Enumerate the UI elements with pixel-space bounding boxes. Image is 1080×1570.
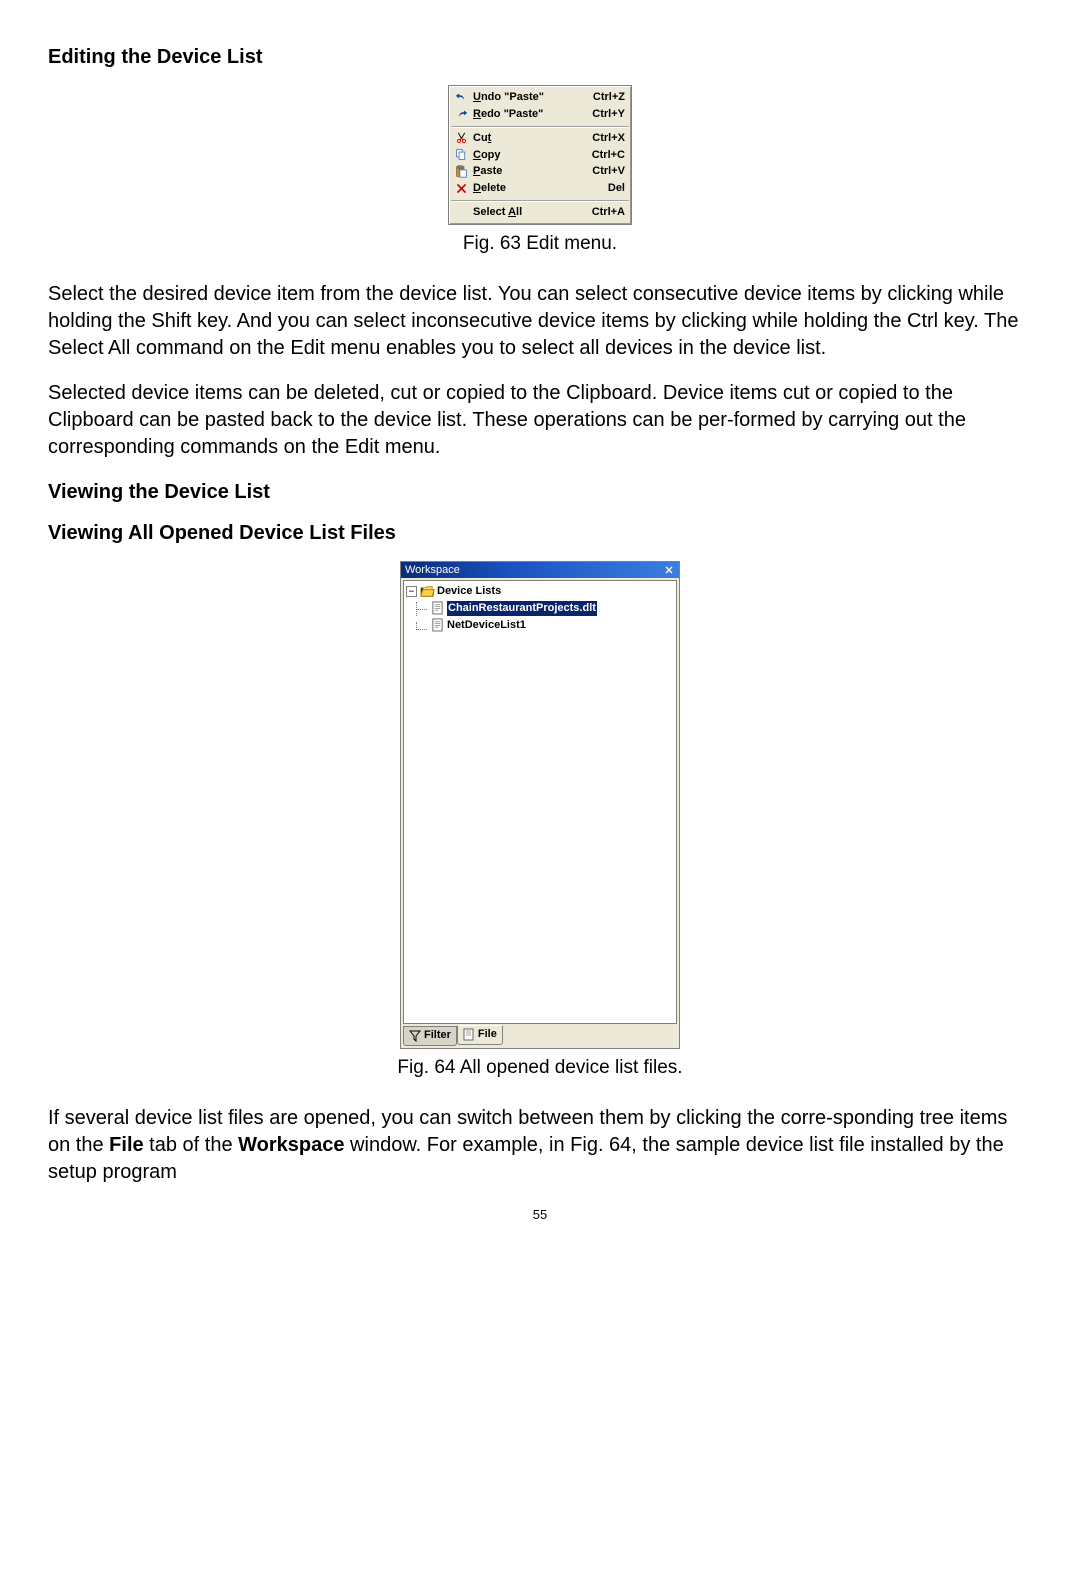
menu-cut[interactable]: Cut Ctrl+X	[449, 130, 631, 147]
cut-icon	[453, 131, 469, 145]
folder-open-icon	[420, 586, 435, 598]
menu-cut-shortcut: Ctrl+X	[592, 131, 625, 146]
menu-copy-shortcut: Ctrl+C	[592, 148, 625, 163]
delete-icon	[453, 182, 469, 196]
workspace-tabs: Filter File	[401, 1026, 679, 1048]
tab-filter[interactable]: Filter	[403, 1026, 457, 1046]
menu-paste-label: Paste	[473, 164, 592, 179]
menu-undo[interactable]: Undo "Paste" Ctrl+Z	[449, 89, 631, 106]
tree-item-1[interactable]: ChainRestaurantProjects.dlt	[406, 600, 674, 617]
menu-redo-shortcut: Ctrl+Y	[592, 107, 625, 122]
menu-undo-label: Undo "Paste"	[473, 90, 593, 105]
tab-file-label: File	[478, 1027, 497, 1042]
file-icon	[431, 619, 444, 632]
tree-item-2-label: NetDeviceList1	[447, 618, 526, 633]
fig64-caption: Fig. 64 All opened device list files.	[48, 1055, 1032, 1081]
menu-redo-label: Redo "Paste"	[473, 107, 592, 122]
file-icon	[431, 602, 444, 615]
tab-file[interactable]: File	[457, 1025, 503, 1045]
paragraph-select: Select the desired device item from the …	[48, 281, 1032, 362]
page-number: 55	[48, 1206, 1032, 1224]
heading-viewing: Viewing the Device List	[48, 479, 1032, 506]
menu-separator	[451, 200, 629, 201]
menu-separator	[451, 126, 629, 127]
close-icon[interactable]	[663, 564, 675, 576]
workspace-titlebar[interactable]: Workspace	[401, 562, 679, 579]
redo-icon	[453, 107, 469, 121]
edit-menu: Undo "Paste" Ctrl+Z Redo "Paste" Ctrl+Y …	[448, 85, 632, 225]
tab-filter-label: Filter	[424, 1028, 451, 1043]
tree-item-2[interactable]: NetDeviceList1	[406, 617, 674, 634]
menu-delete-label: Delete	[473, 181, 608, 196]
menu-copy-label: Copy	[473, 148, 592, 163]
menu-copy[interactable]: Copy Ctrl+C	[449, 147, 631, 164]
paste-icon	[453, 165, 469, 179]
menu-undo-shortcut: Ctrl+Z	[593, 90, 625, 105]
menu-select-all[interactable]: Select All Ctrl+A	[449, 204, 631, 221]
menu-redo[interactable]: Redo "Paste" Ctrl+Y	[449, 106, 631, 123]
file-icon	[463, 1029, 475, 1041]
workspace-tree: − Device Lists ChainRestaurantProjects.d…	[403, 580, 677, 1024]
tree-root[interactable]: − Device Lists	[406, 583, 674, 600]
funnel-icon	[409, 1030, 421, 1042]
paragraph-clipboard: Selected device items can be deleted, cu…	[48, 380, 1032, 461]
workspace-panel: Workspace − Device Lists ChainRestaurant…	[400, 561, 680, 1050]
heading-editing: Editing the Device List	[48, 44, 1032, 71]
paragraph-switch-files: If several device list files are opened,…	[48, 1105, 1032, 1186]
menu-delete-shortcut: Del	[608, 181, 625, 196]
menu-paste-shortcut: Ctrl+V	[592, 164, 625, 179]
menu-selectall-label: Select All	[473, 205, 592, 220]
collapse-icon[interactable]: −	[406, 586, 417, 597]
blank-icon	[453, 205, 469, 219]
copy-icon	[453, 148, 469, 162]
fig63-caption: Fig. 63 Edit menu.	[48, 231, 1032, 257]
menu-selectall-shortcut: Ctrl+A	[592, 205, 625, 220]
tree-root-label: Device Lists	[437, 584, 501, 599]
workspace-title: Workspace	[405, 563, 460, 578]
heading-viewing-all: Viewing All Opened Device List Files	[48, 520, 1032, 547]
menu-delete[interactable]: Delete Del	[449, 180, 631, 197]
tree-item-1-label: ChainRestaurantProjects.dlt	[447, 601, 597, 616]
menu-cut-label: Cut	[473, 131, 592, 146]
menu-paste[interactable]: Paste Ctrl+V	[449, 163, 631, 180]
undo-icon	[453, 90, 469, 104]
